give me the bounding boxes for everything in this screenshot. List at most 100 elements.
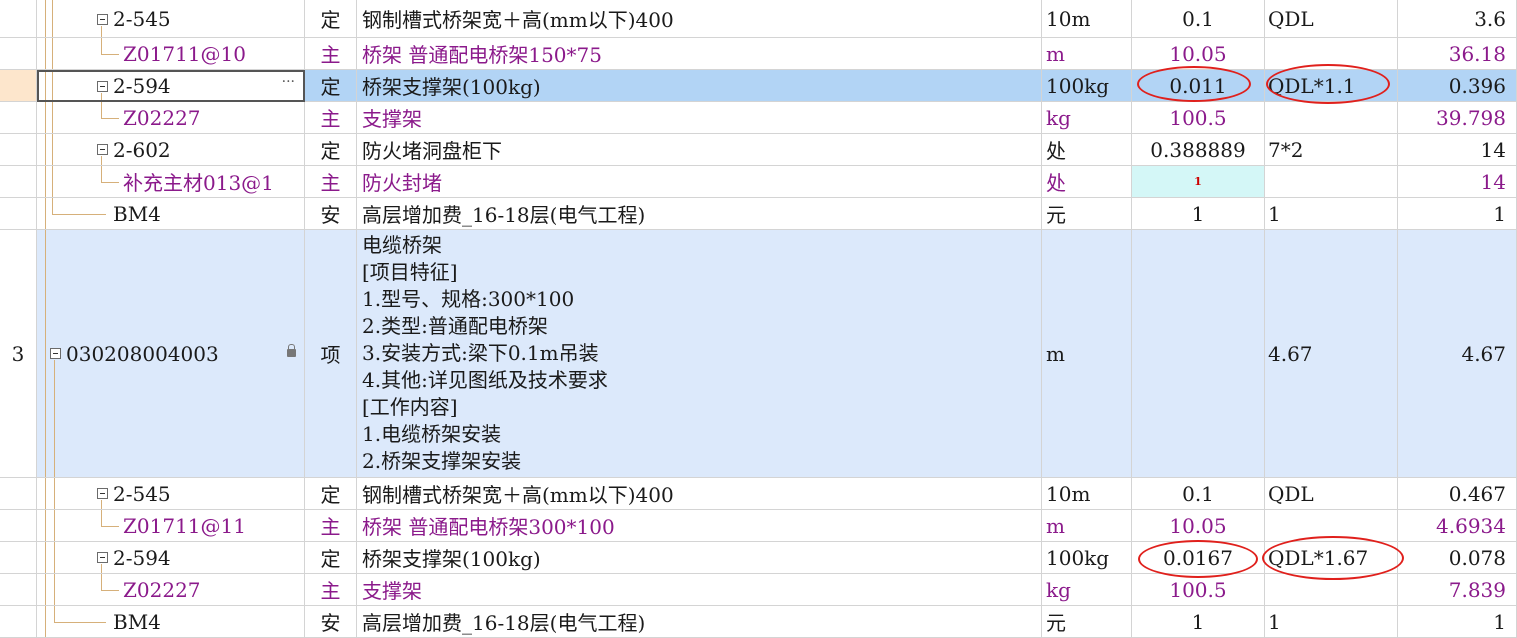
item-expression[interactable]: QDL*1.1 (1265, 70, 1398, 102)
item-code[interactable]: 补充主材013@1 (123, 166, 274, 197)
item-code[interactable]: Z02227 (123, 574, 201, 605)
item-unit[interactable]: kg (1042, 574, 1132, 606)
collapse-icon[interactable] (97, 488, 108, 499)
item-quantity[interactable]: 100.5 (1132, 102, 1265, 134)
item-expression[interactable] (1265, 574, 1398, 606)
item-unit[interactable]: kg (1042, 102, 1132, 134)
item-quantity[interactable]: 0.011 (1132, 70, 1265, 102)
item-amount[interactable]: 0.396 (1398, 70, 1517, 102)
item-expression[interactable]: 1 (1265, 198, 1398, 230)
item-code[interactable]: Z01711@11 (123, 510, 246, 541)
item-code[interactable]: BM4 (113, 198, 161, 229)
item-amount[interactable]: 0.078 (1398, 542, 1517, 574)
item-amount[interactable]: 0.467 (1398, 478, 1517, 510)
item-unit[interactable]: 100kg (1042, 542, 1132, 574)
item-name[interactable]: 高层增加费_16-18层(电气工程) (357, 198, 1042, 230)
item-quantity[interactable]: 10.05 (1132, 38, 1265, 70)
table-row[interactable]: BM4 安 高层增加费_16-18层(电气工程) 元 1 1 1 (0, 198, 1517, 230)
collapse-icon[interactable] (97, 552, 108, 563)
item-type: 主 (305, 574, 357, 606)
item-unit[interactable]: 元 (1042, 606, 1132, 638)
item-unit[interactable]: 元 (1042, 198, 1132, 230)
item-code[interactable]: 2-545 (113, 478, 171, 509)
item-quantity[interactable]: 0.1 (1132, 0, 1265, 38)
item-unit[interactable]: 10m (1042, 478, 1132, 510)
item-expression[interactable] (1265, 166, 1398, 198)
item-amount[interactable]: 1 (1398, 606, 1517, 638)
item-type: 定 (305, 70, 357, 102)
table-row[interactable]: 2-545 定 钢制槽式桥架宽＋高(mm以下)400 10m 0.1 QDL 0… (0, 478, 1517, 510)
item-amount[interactable]: 4.6934 (1398, 510, 1517, 542)
table-row[interactable]: Z02227 主 支撑架 kg 100.5 7.839 (0, 574, 1517, 606)
item-code[interactable]: 030208004003 (66, 230, 219, 477)
item-code[interactable]: 2-545 (113, 0, 171, 37)
item-name[interactable]: 支撑架 (357, 102, 1042, 134)
item-amount[interactable]: 1 (1398, 198, 1517, 230)
more-icon[interactable]: ··· (282, 74, 295, 90)
item-name[interactable]: 防火封堵 (357, 166, 1042, 198)
item-unit[interactable]: m (1042, 38, 1132, 70)
table-row[interactable]: Z01711@10 主 桥架 普通配电桥架150*75 m 10.05 36.1… (0, 38, 1517, 70)
table-row[interactable]: Z01711@11 主 桥架 普通配电桥架300*100 m 10.05 4.6… (0, 510, 1517, 542)
item-expression[interactable]: QDL (1265, 0, 1398, 38)
item-expression[interactable]: QDL*1.67 (1265, 542, 1398, 574)
item-quantity[interactable] (1132, 230, 1265, 478)
collapse-icon[interactable] (97, 14, 108, 25)
item-expression[interactable]: 4.67 (1265, 230, 1398, 478)
item-quantity[interactable]: 10.05 (1132, 510, 1265, 542)
item-unit[interactable]: m (1042, 230, 1132, 478)
item-name[interactable]: 高层增加费_16-18层(电气工程) (357, 606, 1042, 638)
item-name[interactable]: 钢制槽式桥架宽＋高(mm以下)400 (357, 0, 1042, 38)
collapse-icon[interactable] (97, 144, 108, 155)
table-row[interactable]: BM4 安 高层增加费_16-18层(电气工程) 元 1 1 1 (0, 606, 1517, 638)
item-name[interactable]: 支撑架 (357, 574, 1042, 606)
item-code[interactable]: 2-602 (113, 134, 171, 165)
item-quantity[interactable]: 1 (1132, 166, 1265, 198)
item-name[interactable]: 桥架 普通配电桥架150*75 (357, 38, 1042, 70)
table-row[interactable]: 2-594 ··· 定 桥架支撑架(100kg) 100kg 0.011 QDL… (0, 70, 1517, 102)
item-expression[interactable]: 7*2 (1265, 134, 1398, 166)
item-name[interactable]: 桥架支撑架(100kg) (357, 542, 1042, 574)
table-row[interactable]: Z02227 主 支撑架 kg 100.5 39.798 (0, 102, 1517, 134)
item-amount[interactable]: 7.839 (1398, 574, 1517, 606)
collapse-icon[interactable] (97, 81, 108, 92)
item-amount[interactable]: 14 (1398, 166, 1517, 198)
item-unit[interactable]: 处 (1042, 166, 1132, 198)
item-amount[interactable]: 3.6 (1398, 0, 1517, 38)
item-amount[interactable]: 36.18 (1398, 38, 1517, 70)
item-expression[interactable]: 1 (1265, 606, 1398, 638)
table-row[interactable]: 2-602 定 防火堵洞盘柜下 处 0.388889 7*2 14 (0, 134, 1517, 166)
item-expression[interactable] (1265, 510, 1398, 542)
item-name[interactable]: 桥架支撑架(100kg) (357, 70, 1042, 102)
item-quantity[interactable]: 1 (1132, 198, 1265, 230)
item-code[interactable]: Z01711@10 (123, 38, 246, 69)
item-code[interactable]: 2-594 (113, 542, 171, 573)
item-name[interactable]: 钢制槽式桥架宽＋高(mm以下)400 (357, 478, 1042, 510)
bill-item-row[interactable]: 3 030208004003 项 电缆桥架 [项目特征] 1.型号、规格:300… (0, 230, 1517, 478)
item-unit[interactable]: 10m (1042, 0, 1132, 38)
item-unit[interactable]: 100kg (1042, 70, 1132, 102)
item-expression[interactable]: QDL (1265, 478, 1398, 510)
item-unit[interactable]: 处 (1042, 134, 1132, 166)
item-expression[interactable] (1265, 102, 1398, 134)
item-amount[interactable]: 14 (1398, 134, 1517, 166)
item-amount[interactable]: 39.798 (1398, 102, 1517, 134)
item-quantity[interactable]: 0.0167 (1132, 542, 1265, 574)
item-quantity[interactable]: 100.5 (1132, 574, 1265, 606)
item-code[interactable]: BM4 (113, 606, 161, 637)
item-quantity[interactable]: 0.1 (1132, 478, 1265, 510)
item-expression[interactable] (1265, 38, 1398, 70)
table-row[interactable]: 2-594 定 桥架支撑架(100kg) 100kg 0.0167 QDL*1.… (0, 542, 1517, 574)
item-amount[interactable]: 4.67 (1398, 230, 1517, 478)
item-unit[interactable]: m (1042, 510, 1132, 542)
item-quantity[interactable]: 0.388889 (1132, 134, 1265, 166)
item-name[interactable]: 防火堵洞盘柜下 (357, 134, 1042, 166)
collapse-icon[interactable] (50, 348, 61, 359)
item-quantity[interactable]: 1 (1132, 606, 1265, 638)
item-description[interactable]: 电缆桥架 [项目特征] 1.型号、规格:300*100 2.类型:普通配电桥架 … (357, 230, 1042, 478)
table-row[interactable]: 2-545 定 钢制槽式桥架宽＋高(mm以下)400 10m 0.1 QDL 3… (0, 0, 1517, 38)
item-code[interactable]: Z02227 (123, 102, 201, 133)
table-row[interactable]: 补充主材013@1 主 防火封堵 处 1 14 (0, 166, 1517, 198)
item-name[interactable]: 桥架 普通配电桥架300*100 (357, 510, 1042, 542)
item-code[interactable]: 2-594 (113, 72, 171, 100)
